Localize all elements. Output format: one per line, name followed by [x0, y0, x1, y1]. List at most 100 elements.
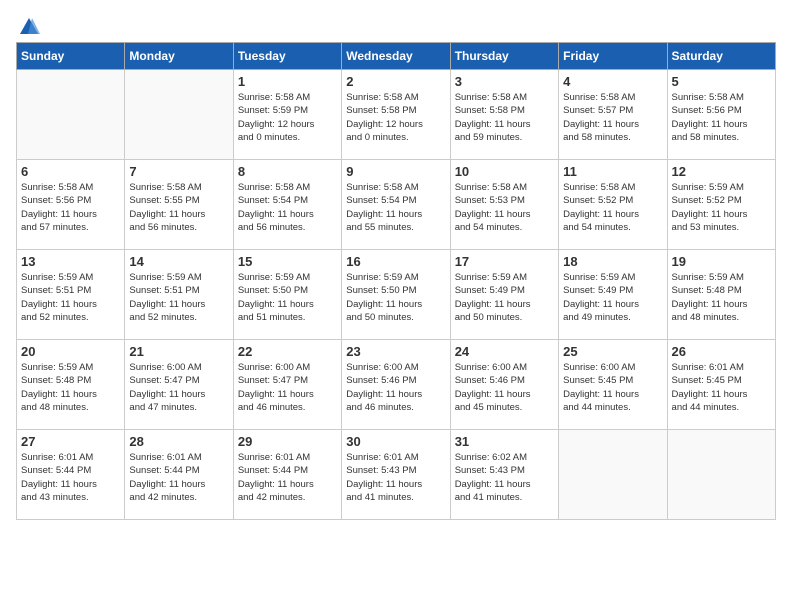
cell-info: Sunrise: 5:58 AM Sunset: 5:54 PM Dayligh…: [238, 181, 337, 234]
calendar-cell: 11 Sunrise: 5:58 AM Sunset: 5:52 PM Dayli…: [559, 160, 667, 250]
calendar-cell: 18 Sunrise: 5:59 AM Sunset: 5:49 PM Dayli…: [559, 250, 667, 340]
weekday-header-cell: Monday: [125, 43, 233, 70]
cell-info: Sunrise: 5:59 AM Sunset: 5:50 PM Dayligh…: [238, 271, 337, 324]
cell-info: Sunrise: 5:59 AM Sunset: 5:49 PM Dayligh…: [563, 271, 662, 324]
weekday-header-row: SundayMondayTuesdayWednesdayThursdayFrid…: [17, 43, 776, 70]
day-number: 1: [238, 74, 337, 89]
calendar-body: 1Sunrise: 5:58 AM Sunset: 5:59 PM Daylig…: [17, 70, 776, 520]
calendar-cell: 27 Sunrise: 6:01 AM Sunset: 5:44 PM Dayli…: [17, 430, 125, 520]
cell-info: Sunrise: 6:01 AM Sunset: 5:45 PM Dayligh…: [672, 361, 771, 414]
cell-info: Sunrise: 6:00 AM Sunset: 5:45 PM Dayligh…: [563, 361, 662, 414]
day-number: 15: [238, 254, 337, 269]
weekday-header-cell: Saturday: [667, 43, 775, 70]
calendar-cell: 21Sunrise: 6:00 AM Sunset: 5:47 PM Dayli…: [125, 340, 233, 430]
cell-info: Sunrise: 5:58 AM Sunset: 5:52 PM Dayligh…: [563, 181, 662, 234]
calendar-cell: 29Sunrise: 6:01 AM Sunset: 5:44 PM Dayli…: [233, 430, 341, 520]
day-number: 10: [455, 164, 554, 179]
cell-info: Sunrise: 5:58 AM Sunset: 5:55 PM Dayligh…: [129, 181, 228, 234]
calendar-cell: 6Sunrise: 5:58 AM Sunset: 5:56 PM Daylig…: [17, 160, 125, 250]
day-number: 4: [563, 74, 662, 89]
cell-info: Sunrise: 5:58 AM Sunset: 5:56 PM Dayligh…: [21, 181, 120, 234]
calendar-week-row: 27 Sunrise: 6:01 AM Sunset: 5:44 PM Dayli…: [17, 430, 776, 520]
cell-info: Sunrise: 5:58 AM Sunset: 5:54 PM Dayligh…: [346, 181, 445, 234]
weekday-header-cell: Sunday: [17, 43, 125, 70]
calendar-cell: 12Sunrise: 5:59 AM Sunset: 5:52 PM Dayli…: [667, 160, 775, 250]
day-number: 8: [238, 164, 337, 179]
weekday-header-cell: Friday: [559, 43, 667, 70]
day-number: 26: [672, 344, 771, 359]
calendar-cell: 4 Sunrise: 5:58 AM Sunset: 5:57 PM Daylig…: [559, 70, 667, 160]
day-number: 30: [346, 434, 445, 449]
cell-info: Sunrise: 6:00 AM Sunset: 5:47 PM Dayligh…: [238, 361, 337, 414]
calendar-cell: 2 Sunrise: 5:58 AM Sunset: 5:58 PM Daylig…: [342, 70, 450, 160]
logo: [16, 16, 42, 34]
logo-icon: [18, 16, 40, 38]
cell-info: Sunrise: 5:58 AM Sunset: 5:53 PM Dayligh…: [455, 181, 554, 234]
calendar-cell: 22 Sunrise: 6:00 AM Sunset: 5:47 PM Dayli…: [233, 340, 341, 430]
calendar-cell: 3 Sunrise: 5:58 AM Sunset: 5:58 PM Daylig…: [450, 70, 558, 160]
calendar-cell: 15 Sunrise: 5:59 AM Sunset: 5:50 PM Dayli…: [233, 250, 341, 340]
calendar-table: SundayMondayTuesdayWednesdayThursdayFrid…: [16, 42, 776, 520]
day-number: 3: [455, 74, 554, 89]
cell-info: Sunrise: 5:59 AM Sunset: 5:51 PM Dayligh…: [129, 271, 228, 324]
calendar-cell: 16 Sunrise: 5:59 AM Sunset: 5:50 PM Dayli…: [342, 250, 450, 340]
day-number: 24: [455, 344, 554, 359]
day-number: 22: [238, 344, 337, 359]
day-number: 25: [563, 344, 662, 359]
day-number: 18: [563, 254, 662, 269]
calendar-cell: 20 Sunrise: 5:59 AM Sunset: 5:48 PM Dayli…: [17, 340, 125, 430]
cell-info: Sunrise: 5:58 AM Sunset: 5:58 PM Dayligh…: [455, 91, 554, 144]
day-number: 19: [672, 254, 771, 269]
calendar-cell: [17, 70, 125, 160]
cell-info: Sunrise: 5:59 AM Sunset: 5:48 PM Dayligh…: [672, 271, 771, 324]
cell-info: Sunrise: 6:01 AM Sunset: 5:44 PM Dayligh…: [238, 451, 337, 504]
cell-info: Sunrise: 5:58 AM Sunset: 5:58 PM Dayligh…: [346, 91, 445, 144]
cell-info: Sunrise: 5:59 AM Sunset: 5:50 PM Dayligh…: [346, 271, 445, 324]
cell-info: Sunrise: 5:58 AM Sunset: 5:56 PM Dayligh…: [672, 91, 771, 144]
cell-info: Sunrise: 6:01 AM Sunset: 5:44 PM Dayligh…: [21, 451, 120, 504]
calendar-cell: 28Sunrise: 6:01 AM Sunset: 5:44 PM Dayli…: [125, 430, 233, 520]
weekday-header-cell: Wednesday: [342, 43, 450, 70]
day-number: 27: [21, 434, 120, 449]
calendar-cell: [559, 430, 667, 520]
cell-info: Sunrise: 5:59 AM Sunset: 5:48 PM Dayligh…: [21, 361, 120, 414]
weekday-header-cell: Tuesday: [233, 43, 341, 70]
calendar-week-row: 1Sunrise: 5:58 AM Sunset: 5:59 PM Daylig…: [17, 70, 776, 160]
calendar-cell: [667, 430, 775, 520]
calendar-cell: 31 Sunrise: 6:02 AM Sunset: 5:43 PM Dayli…: [450, 430, 558, 520]
calendar-cell: 14 Sunrise: 5:59 AM Sunset: 5:51 PM Dayli…: [125, 250, 233, 340]
calendar-week-row: 6Sunrise: 5:58 AM Sunset: 5:56 PM Daylig…: [17, 160, 776, 250]
calendar-cell: 26 Sunrise: 6:01 AM Sunset: 5:45 PM Dayli…: [667, 340, 775, 430]
day-number: 12: [672, 164, 771, 179]
calendar-cell: 7 Sunrise: 5:58 AM Sunset: 5:55 PM Daylig…: [125, 160, 233, 250]
page-header: [16, 16, 776, 34]
calendar-cell: 13Sunrise: 5:59 AM Sunset: 5:51 PM Dayli…: [17, 250, 125, 340]
day-number: 16: [346, 254, 445, 269]
cell-info: Sunrise: 6:02 AM Sunset: 5:43 PM Dayligh…: [455, 451, 554, 504]
calendar-cell: 5 Sunrise: 5:58 AM Sunset: 5:56 PM Daylig…: [667, 70, 775, 160]
calendar-cell: [125, 70, 233, 160]
calendar-cell: 17 Sunrise: 5:59 AM Sunset: 5:49 PM Dayli…: [450, 250, 558, 340]
day-number: 5: [672, 74, 771, 89]
day-number: 14: [129, 254, 228, 269]
day-number: 31: [455, 434, 554, 449]
day-number: 7: [129, 164, 228, 179]
calendar-cell: 8 Sunrise: 5:58 AM Sunset: 5:54 PM Daylig…: [233, 160, 341, 250]
day-number: 23: [346, 344, 445, 359]
cell-info: Sunrise: 5:58 AM Sunset: 5:57 PM Dayligh…: [563, 91, 662, 144]
cell-info: Sunrise: 6:01 AM Sunset: 5:43 PM Dayligh…: [346, 451, 445, 504]
day-number: 11: [563, 164, 662, 179]
cell-info: Sunrise: 6:00 AM Sunset: 5:46 PM Dayligh…: [346, 361, 445, 414]
day-number: 17: [455, 254, 554, 269]
cell-info: Sunrise: 6:00 AM Sunset: 5:46 PM Dayligh…: [455, 361, 554, 414]
weekday-header-cell: Thursday: [450, 43, 558, 70]
cell-info: Sunrise: 5:59 AM Sunset: 5:49 PM Dayligh…: [455, 271, 554, 324]
calendar-cell: 10 Sunrise: 5:58 AM Sunset: 5:53 PM Dayli…: [450, 160, 558, 250]
day-number: 20: [21, 344, 120, 359]
day-number: 2: [346, 74, 445, 89]
day-number: 13: [21, 254, 120, 269]
calendar-cell: 19 Sunrise: 5:59 AM Sunset: 5:48 PM Dayli…: [667, 250, 775, 340]
calendar-cell: 30 Sunrise: 6:01 AM Sunset: 5:43 PM Dayli…: [342, 430, 450, 520]
day-number: 21: [129, 344, 228, 359]
calendar-cell: 23 Sunrise: 6:00 AM Sunset: 5:46 PM Dayli…: [342, 340, 450, 430]
